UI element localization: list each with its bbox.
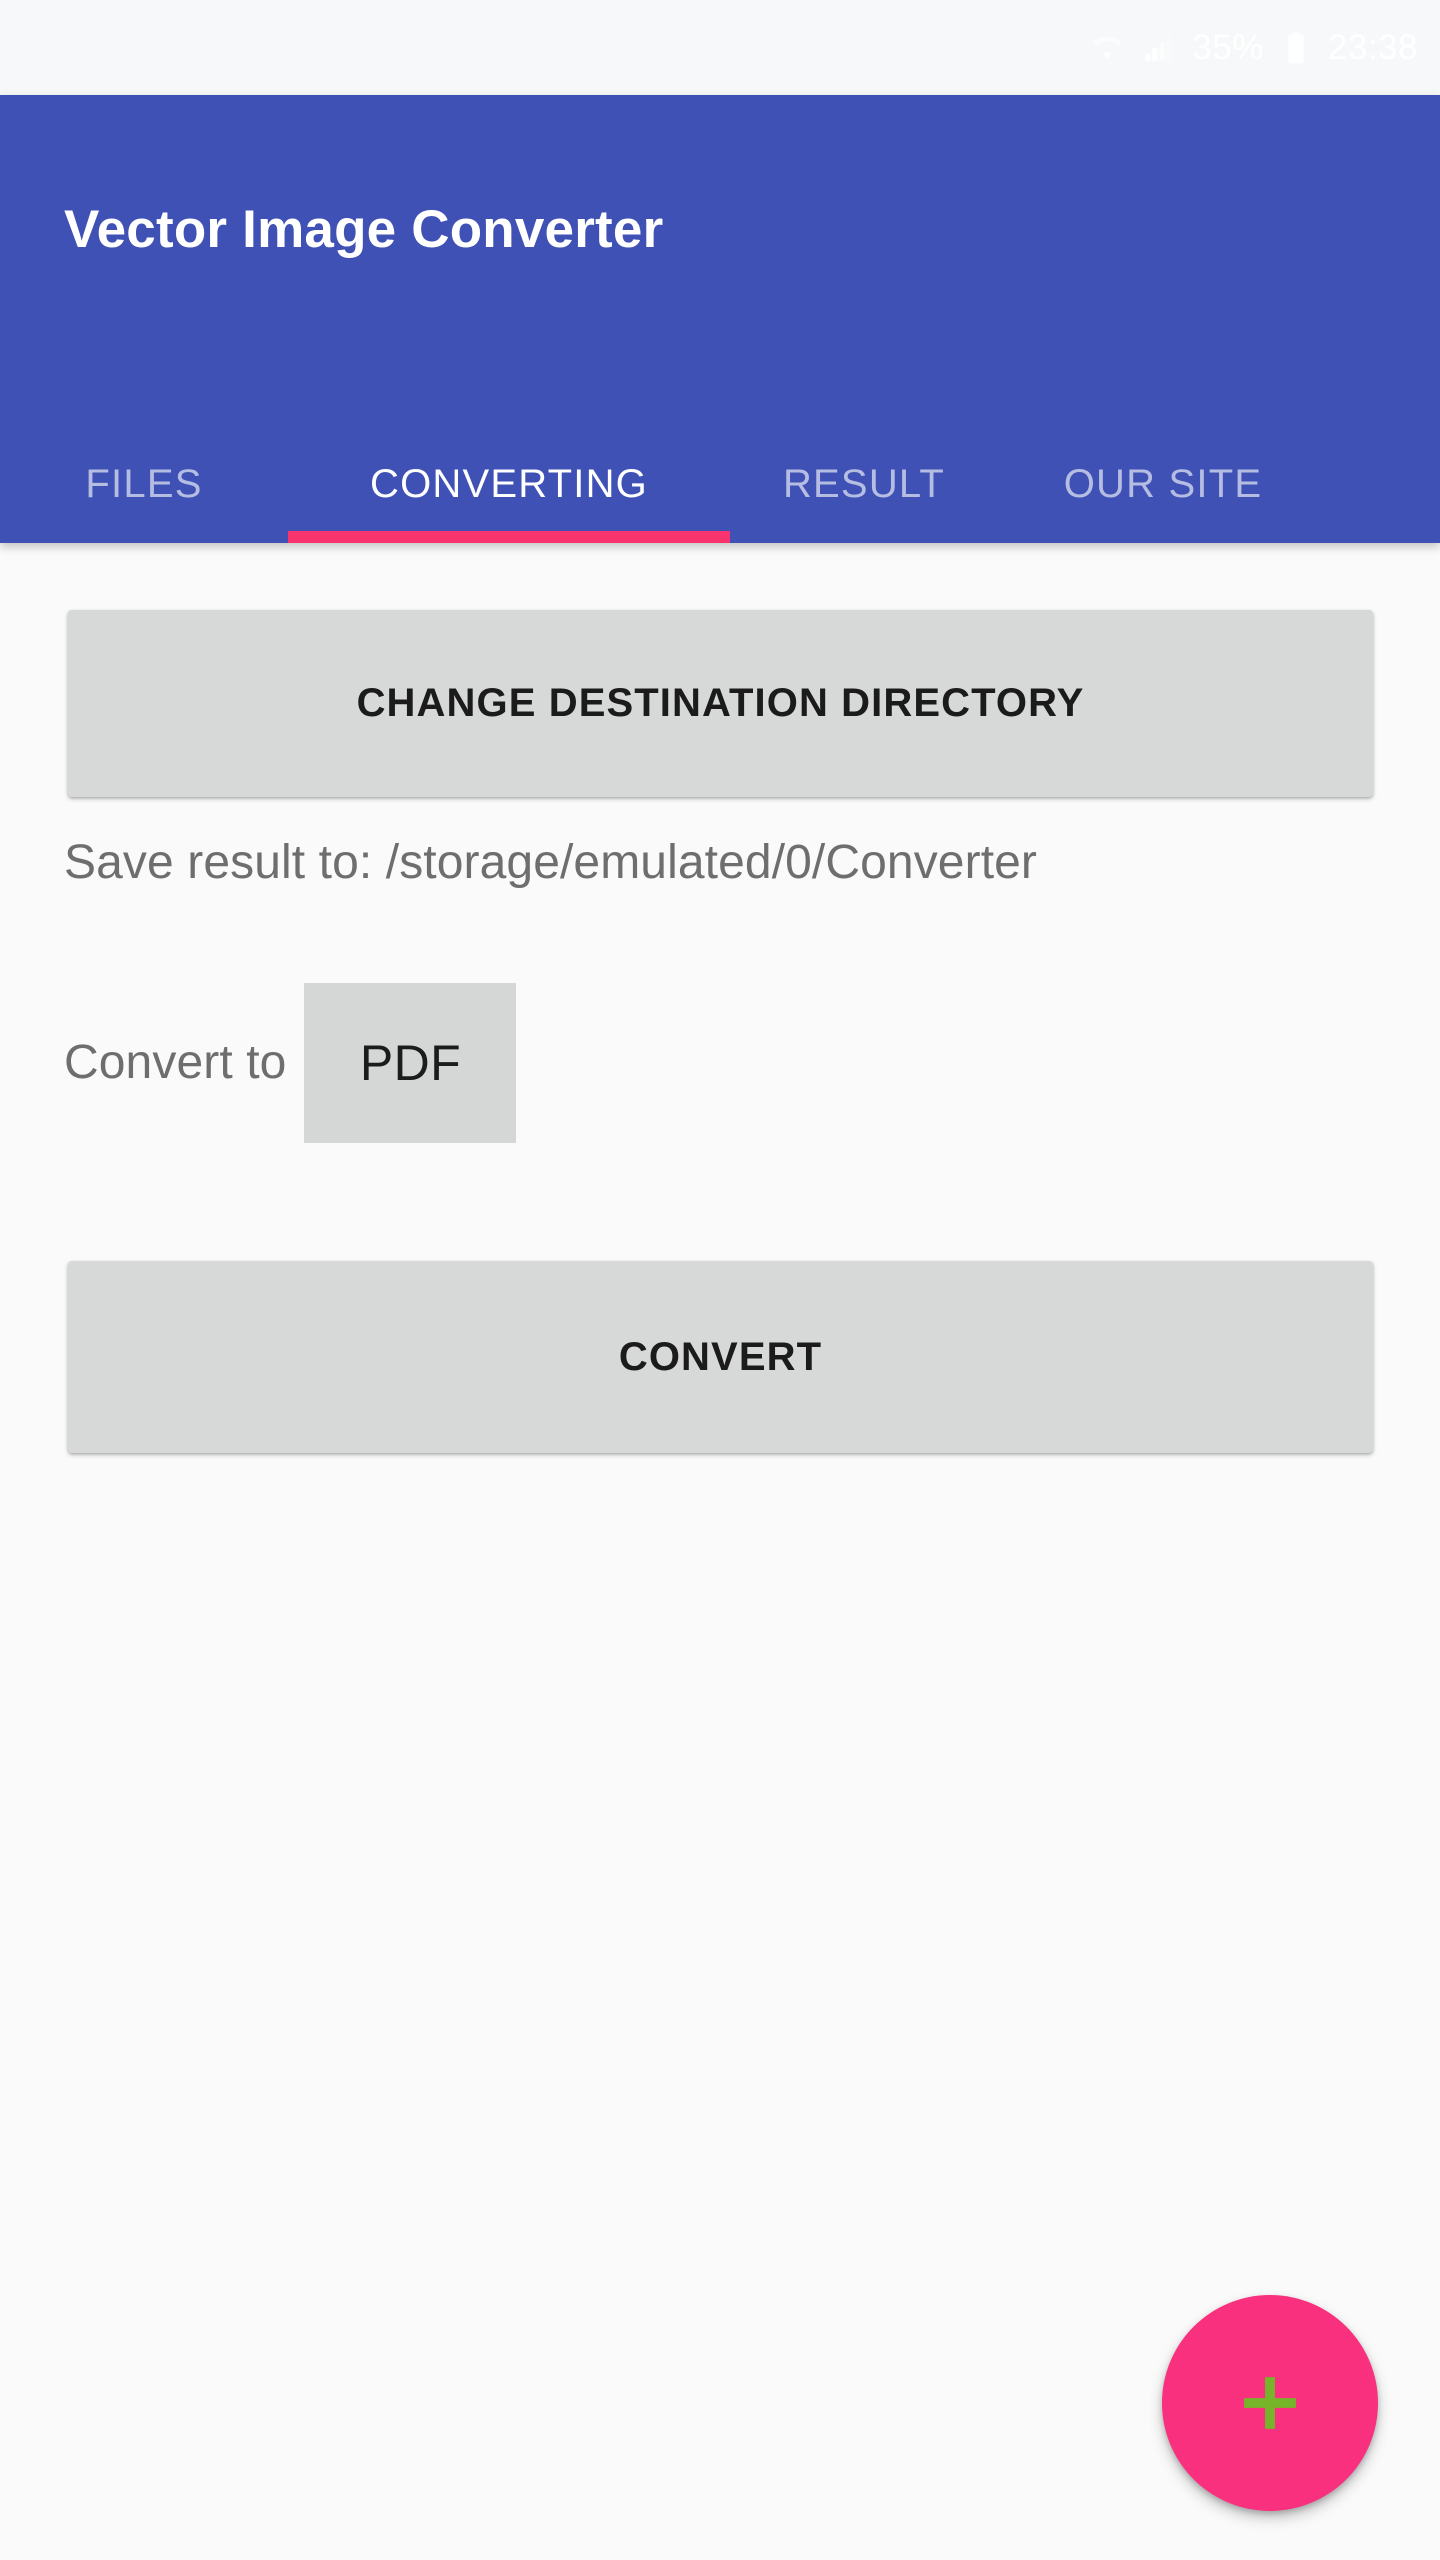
convert-button[interactable]: CONVERT <box>68 1261 1373 1453</box>
signal-bars-icon <box>1141 31 1175 65</box>
status-bar-icons: 35% 23:38 <box>1090 30 1418 65</box>
tab-active-indicator <box>288 531 730 543</box>
convert-to-label: Convert to <box>64 1036 287 1089</box>
battery-icon <box>1281 31 1311 65</box>
clock-time: 23:38 <box>1327 28 1418 67</box>
format-spinner[interactable]: PDF <box>304 982 517 1143</box>
format-spinner-value: PDF <box>359 1034 462 1091</box>
tab-label: RESULT <box>782 462 946 506</box>
app-screen: 35% 23:38 Vector Image Converter FILES C… <box>0 0 1440 2560</box>
battery-percentage: 35% <box>1192 28 1264 67</box>
convert-format-row: Convert to PDF <box>64 980 764 1145</box>
tab-bar: FILES CONVERTING RESULT OUR SITE <box>0 440 1440 543</box>
tab-converting[interactable]: CONVERTING <box>288 440 730 543</box>
status-bar: 35% 23:38 <box>0 0 1440 95</box>
add-file-fab[interactable] <box>1162 2295 1378 2511</box>
converting-panel: CHANGE DESTINATION DIRECTORY Save result… <box>0 543 1440 2560</box>
page-title: Vector Image Converter <box>64 200 664 259</box>
tab-label: CONVERTING <box>370 462 648 506</box>
app-bar: Vector Image Converter FILES CONVERTING … <box>0 95 1440 543</box>
tab-label: OUR SITE <box>1063 462 1263 506</box>
tab-label: FILES <box>85 462 203 506</box>
tab-files[interactable]: FILES <box>0 440 288 543</box>
wifi-icon <box>1090 31 1124 65</box>
tab-our-site[interactable]: OUR SITE <box>998 440 1328 543</box>
save-path-text: Save result to: /storage/emulated/0/Conv… <box>64 836 1038 889</box>
plus-icon <box>1244 2377 1296 2429</box>
change-destination-directory-button[interactable]: CHANGE DESTINATION DIRECTORY <box>68 610 1373 797</box>
tab-result[interactable]: RESULT <box>730 440 998 543</box>
